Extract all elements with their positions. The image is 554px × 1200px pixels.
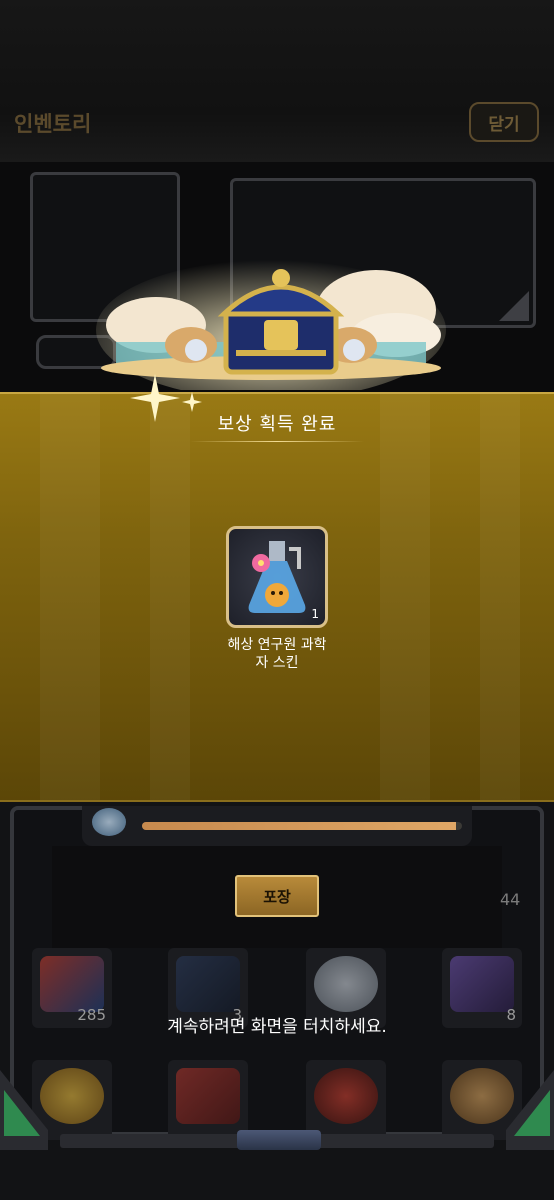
- right-corner-ornament-icon: [506, 1070, 554, 1150]
- palette-icon: [450, 1068, 514, 1124]
- dark-rose-icon: [176, 956, 240, 1012]
- left-corner-ornament-icon: [0, 1070, 48, 1150]
- reward-item-name: 해상 연구원 과학 자 스킨: [200, 636, 354, 672]
- touch-to-continue[interactable]: 계속하려면 화면을 터치하세요.: [0, 1012, 554, 1037]
- pack-button[interactable]: 포장: [235, 875, 319, 917]
- reward-item-count: 1: [311, 607, 319, 621]
- side-count: 44: [500, 890, 521, 909]
- progress-panel: [82, 806, 472, 846]
- inventory-slot[interactable]: [306, 1060, 386, 1140]
- reward-item-name-line1: 해상 연구원 과학: [227, 637, 327, 653]
- progress-fill: [142, 822, 456, 830]
- progress-bar: [142, 822, 462, 830]
- reward-item-slot[interactable]: 1: [226, 526, 328, 628]
- red-ticket-icon: [176, 1068, 240, 1124]
- inventory-slot[interactable]: [168, 1060, 248, 1140]
- gold-coin-icon: [40, 1068, 104, 1124]
- treasure-chest-icon: [96, 260, 446, 390]
- reward-item-name-line2: 자 스킨: [255, 655, 299, 671]
- panel-corner-icon: [499, 291, 529, 321]
- silver-coin-icon: [314, 956, 378, 1012]
- close-button[interactable]: 닫기: [469, 102, 539, 142]
- reward-title: 보상 획득 완료: [217, 414, 337, 435]
- bottom-tab[interactable]: [237, 1130, 321, 1150]
- christmas-card-icon: [40, 956, 104, 1012]
- gem-icon: [92, 808, 126, 836]
- photo-frame-icon: [450, 956, 514, 1012]
- page-title: 인벤토리: [14, 112, 92, 136]
- roulette-icon: [314, 1068, 378, 1124]
- title-divider: [190, 441, 364, 442]
